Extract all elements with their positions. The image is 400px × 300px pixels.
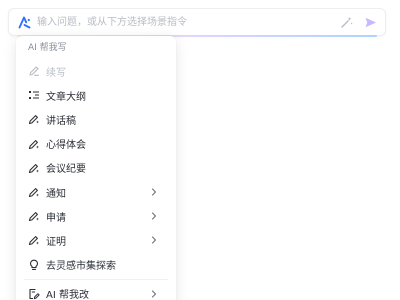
menu-item-explore-inspiration-market[interactable]: 去灵感市集探索 <box>16 253 176 277</box>
menu-item-application[interactable]: 申请 <box>16 204 176 228</box>
pen-icon <box>28 65 40 77</box>
menu-item-label: 会议纪要 <box>46 164 86 176</box>
menu-item-meeting-minutes[interactable]: 会议纪要 <box>16 156 176 180</box>
ai-logo-icon <box>17 15 31 29</box>
menu-item-label: 通知 <box>46 188 66 200</box>
ai-prompt-bar <box>8 8 386 37</box>
pen-sparkle-icon <box>28 138 40 150</box>
page: AI 帮我写 续写 文章大纲 <box>0 0 400 300</box>
magic-wand-icon <box>340 16 353 28</box>
outline-list-icon <box>28 89 40 101</box>
send-icon <box>365 17 376 27</box>
chevron-right-icon <box>150 290 158 298</box>
prompt-input[interactable] <box>37 12 337 32</box>
menu-item-certificate[interactable]: 证明 <box>16 228 176 252</box>
pen-sparkle-icon <box>28 210 40 222</box>
pen-sparkle-icon <box>28 162 40 174</box>
pen-sparkle-icon <box>28 234 40 246</box>
lightbulb-icon <box>28 259 40 271</box>
chevron-right-icon <box>150 212 158 220</box>
menu-item-label: 申请 <box>46 212 66 224</box>
menu-item-continue-writing: 续写 <box>16 59 176 83</box>
menu-item-notice[interactable]: 通知 <box>16 180 176 204</box>
menu-item-label: 去灵感市集探索 <box>46 261 116 273</box>
edit-doc-icon <box>28 288 40 300</box>
menu-item-label: 续写 <box>46 67 66 79</box>
ai-write-menu: AI 帮我写 续写 文章大纲 讲话稿 心得体会 会议纪要 通知 申请 证明 去灵… <box>16 36 176 300</box>
chevron-right-icon <box>150 236 158 244</box>
menu-header: AI 帮我写 <box>28 43 67 53</box>
chevron-right-icon <box>150 188 158 196</box>
menu-item-speech-draft[interactable]: 讲话稿 <box>16 107 176 131</box>
menu-item-ai-revise[interactable]: AI 帮我改 <box>16 282 176 300</box>
menu-item-label: 文章大纲 <box>46 91 86 103</box>
menu-item-label: 心得体会 <box>46 140 86 152</box>
menu-divider <box>24 278 168 280</box>
menu-item-label: 讲话稿 <box>46 115 76 127</box>
send-button[interactable] <box>361 13 379 31</box>
magic-wand-button[interactable] <box>337 13 355 31</box>
menu-item-article-outline[interactable]: 文章大纲 <box>16 83 176 107</box>
menu-item-reflections[interactable]: 心得体会 <box>16 132 176 156</box>
menu-item-label: 证明 <box>46 236 66 248</box>
menu-item-label: AI 帮我改 <box>46 290 89 300</box>
pen-sparkle-icon <box>28 113 40 125</box>
pen-sparkle-icon <box>28 186 40 198</box>
